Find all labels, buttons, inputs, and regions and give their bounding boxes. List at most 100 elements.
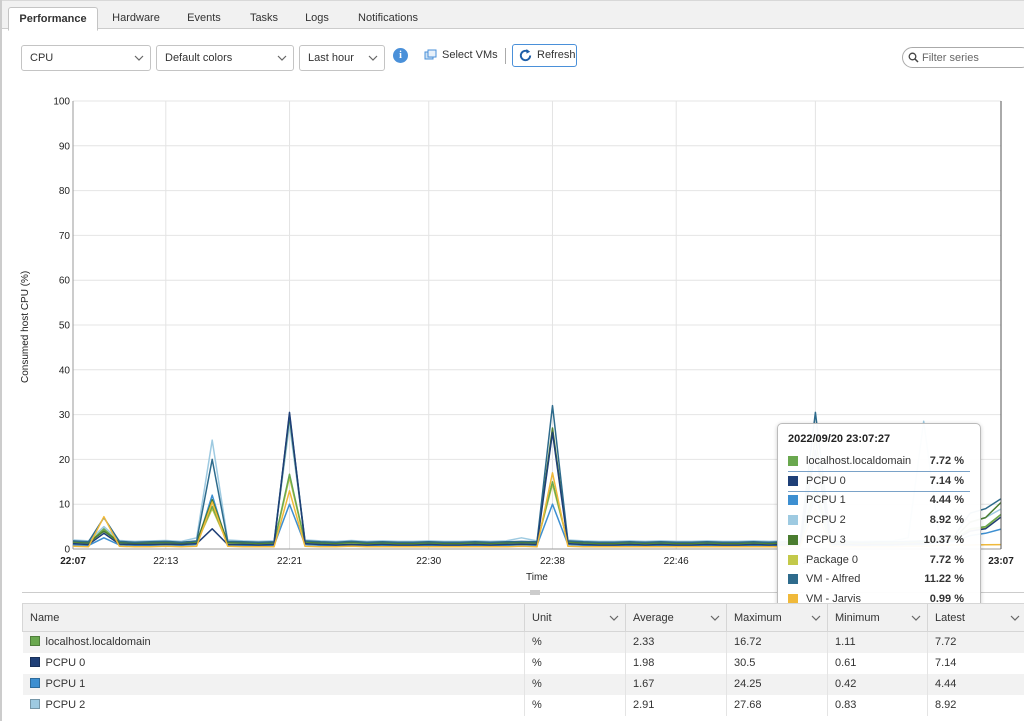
series-color-swatch [788, 515, 798, 526]
tooltip-series-value: 11.22 % [924, 573, 964, 586]
tooltip-series-name: localhost.localdomain [806, 455, 912, 467]
tab-notifications[interactable]: Notifications [350, 7, 426, 30]
table-row[interactable]: PCPU 0 % 1.98 30.5 0.61 7.14 [22, 652, 1024, 674]
tooltip-series-name: Package 0 [806, 553, 858, 566]
metric-dropdown[interactable]: CPU [21, 45, 151, 71]
select-vms-label: Select VMs [442, 49, 498, 61]
column-header-name[interactable]: Name [22, 603, 525, 632]
y-tick-label: 0 [64, 545, 70, 556]
table-row[interactable]: PCPU 2 % 2.91 27.68 0.83 8.92 [22, 694, 1024, 716]
chevron-down-icon [277, 55, 287, 61]
tooltip-series-name: PCPU 3 [806, 533, 846, 546]
column-header-average[interactable]: Average [625, 603, 727, 632]
tab-hardware[interactable]: Hardware [106, 7, 166, 30]
row-maximum: 27.68 [726, 694, 828, 716]
series-color-swatch [788, 475, 798, 486]
row-latest: 4.44 [927, 673, 1024, 695]
info-icon[interactable]: i [393, 48, 408, 63]
y-tick-label: 20 [59, 455, 71, 466]
row-maximum: 30.5 [726, 652, 828, 674]
vms-icon [424, 49, 437, 60]
series-table: Name Unit Average Maximum Minimum Latest… [22, 603, 1024, 716]
tooltip-row: PCPU 0 7.14 % [788, 472, 974, 491]
series-color-swatch [788, 456, 798, 466]
row-maximum: 24.25 [726, 673, 828, 695]
row-minimum: 1.11 [827, 631, 928, 653]
tooltip-title: 2022/09/20 23:07:27 [788, 433, 891, 445]
table-row[interactable]: PCPU 1 % 1.67 24.25 0.42 4.44 [22, 673, 1024, 695]
tooltip-series-value: 7.72 % [929, 553, 964, 566]
column-header-unit[interactable]: Unit [524, 603, 626, 632]
x-tick-label: 22:13 [153, 556, 178, 567]
column-header-minimum[interactable]: Minimum [827, 603, 928, 632]
timerange-dropdown[interactable]: Last hour [299, 45, 385, 71]
column-header-maximum[interactable]: Maximum [726, 603, 828, 632]
row-minimum: 0.61 [827, 652, 928, 674]
select-vms-button[interactable]: Select VMs [424, 47, 498, 65]
table-header-row: Name Unit Average Maximum Minimum Latest [22, 603, 1024, 632]
y-tick-label: 40 [59, 365, 71, 376]
y-tick-label: 10 [59, 500, 71, 511]
tab-tasks[interactable]: Tasks [242, 7, 286, 30]
y-axis-label: Consumed host CPU (%) [20, 270, 31, 383]
row-name: PCPU 1 [45, 678, 86, 690]
row-average: 2.33 [625, 631, 727, 653]
row-latest: 8.92 [927, 694, 1024, 716]
tab-events[interactable]: Events [178, 7, 230, 30]
series-color-swatch [788, 554, 798, 565]
chevron-down-icon [134, 55, 144, 61]
chevron-down-icon [609, 615, 619, 621]
series-color-swatch [29, 699, 40, 709]
row-latest: 7.72 [927, 631, 1024, 653]
y-tick-label: 50 [59, 321, 71, 332]
tooltip-series-name: PCPU 2 [806, 514, 846, 527]
tab-performance[interactable]: Performance [8, 7, 98, 31]
tooltip-row: PCPU 2 8.92 % [788, 511, 974, 530]
column-header-latest[interactable]: Latest [927, 603, 1024, 632]
refresh-icon [519, 48, 532, 62]
x-tick-label: 22:46 [664, 556, 689, 567]
x-tick-label: 22:30 [416, 556, 441, 567]
y-tick-label: 70 [59, 231, 71, 242]
chevron-down-icon [368, 55, 378, 61]
series-color-swatch [788, 495, 798, 506]
refresh-button[interactable]: Refresh [512, 44, 577, 67]
series-color-swatch [788, 574, 798, 585]
tooltip-row: Package 0 7.72 % [788, 551, 974, 570]
row-average: 2.91 [625, 694, 727, 716]
x-tick-label: 22:07 [60, 556, 86, 567]
chevron-down-icon [911, 615, 921, 621]
row-minimum: 0.83 [827, 694, 928, 716]
tooltip-series-value: 8.92 % [929, 514, 964, 527]
chevron-down-icon [811, 615, 821, 621]
row-average: 1.98 [625, 652, 727, 674]
timerange-dropdown-value: Last hour [308, 52, 354, 64]
tooltip-row: localhost.localdomain 7.72 % [788, 452, 974, 471]
tooltip-row: PCPU 3 10.37 % [788, 531, 974, 550]
row-minimum: 0.42 [827, 673, 928, 695]
colors-dropdown-value: Default colors [165, 52, 233, 64]
row-name: localhost.localdomain [45, 636, 151, 649]
colors-dropdown[interactable]: Default colors [156, 45, 294, 71]
series-color-swatch [29, 657, 40, 667]
chevron-down-icon [710, 615, 720, 621]
performance-panel: Performance Hardware Events Tasks Logs N… [0, 0, 1024, 721]
tooltip-row: VM - Alfred 11.22 % [788, 570, 974, 589]
series-color-swatch [29, 678, 40, 688]
table-row[interactable]: localhost.localdomain % 2.33 16.72 1.11 … [22, 631, 1024, 653]
tooltip-series-name: PCPU 1 [806, 494, 846, 507]
row-name: PCPU 0 [45, 657, 86, 669]
filter-series-input[interactable] [902, 47, 1024, 68]
metric-dropdown-value: CPU [30, 52, 54, 64]
tooltip-series-value: 7.72 % [929, 455, 964, 467]
series-color-swatch [788, 534, 798, 545]
tooltip-series-name: PCPU 0 [806, 474, 846, 487]
resize-handle-icon[interactable] [530, 590, 540, 596]
tab-logs[interactable]: Logs [297, 7, 337, 30]
y-tick-label: 100 [53, 97, 70, 108]
tooltip-series-value: 10.37 % [923, 533, 964, 546]
tooltip-series-value: 7.14 % [929, 474, 964, 487]
row-maximum: 16.72 [726, 631, 828, 653]
row-unit: % [524, 631, 626, 653]
row-latest: 7.14 [927, 652, 1024, 674]
